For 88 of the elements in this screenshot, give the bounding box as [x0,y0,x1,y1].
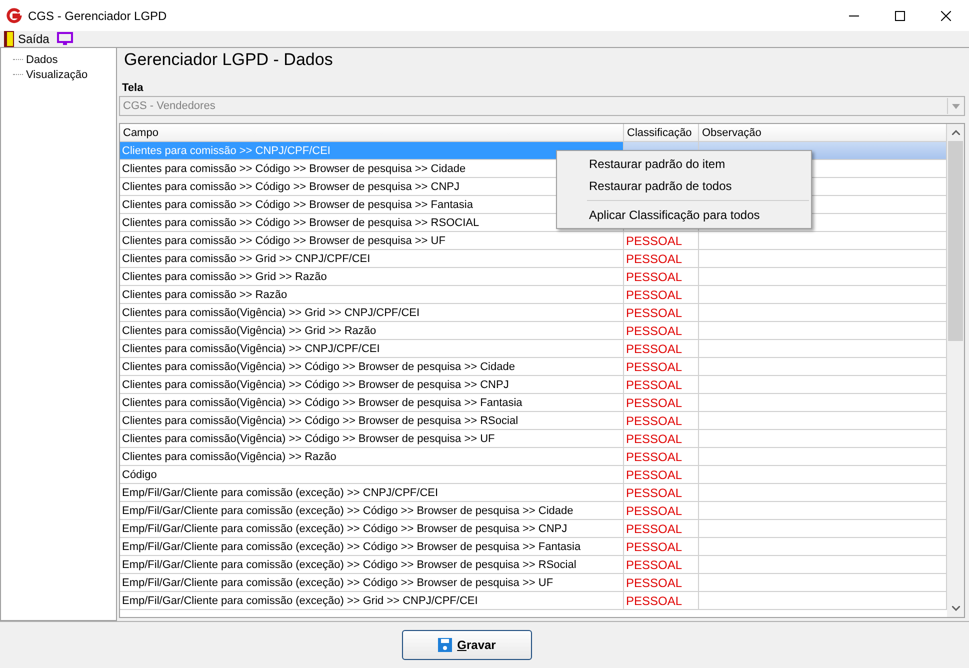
table-row[interactable]: Clientes para comissão(Vigência) >> Código >> Browser de pesquisa >> CNPJ PESSOAL [120,376,947,394]
monitor-icon[interactable] [57,32,74,46]
table-cell: Código [122,468,157,480]
table-cell: PESSOAL [626,504,682,518]
table-row[interactable]: Clientes para comissão(Vigência) >> Código >> Browser de pesquisa >> Fantasia PESSOAL [120,394,947,412]
table-cell: Clientes para comissão(Vigência) >> Razão [122,450,336,462]
table-cell: Clientes para comissão(Vigência) >> Código >> Browser de pesquisa >> Fantasia [122,396,522,408]
table-cell: PESSOAL [626,594,682,608]
scroll-thumb[interactable] [948,141,963,341]
table-cell: PESSOAL [626,234,682,248]
table-row[interactable]: Emp/Fil/Gar/Cliente para comissão (exceção) >> Código >> Browser de pesquisa >> UF PESSOAL [120,574,947,592]
table-cell: Clientes para comissão >> Código >> Browser de pesquisa >> Cidade [122,162,466,174]
table-cell: Emp/Fil/Gar/Cliente para comissão (exceção) >> Código >> Browser de pesquisa >> RSocial [122,558,576,570]
table-cell: Clientes para comissão(Vigência) >> Código >> Browser de pesquisa >> CNPJ [122,378,509,390]
table-cell: PESSOAL [626,522,682,536]
table-cell: Clientes para comissão >> Código >> Browser de pesquisa >> RSOCIAL [122,216,480,228]
field-label: Tela [122,82,144,94]
exit-menu-item[interactable]: Saída [4,31,50,47]
scroll-up-icon[interactable] [952,130,960,135]
table-cell: PESSOAL [626,468,682,482]
table-cell: PESSOAL [626,540,682,554]
table-cell: PESSOAL [626,486,682,500]
table-cell: PESSOAL [626,360,682,374]
table-row[interactable]: Clientes para comissão >> Razão PESSOAL [120,286,947,304]
tree-item[interactable]: Visualização [26,68,88,80]
table-row[interactable]: Clientes para comissão(Vigência) >> Código >> Browser de pesquisa >> UF PESSOAL [120,430,947,448]
table-cell: PESSOAL [626,252,682,266]
app-logo-icon [6,8,22,24]
table-row[interactable]: Emp/Fil/Gar/Cliente para comissão (exceção) >> Código >> Browser de pesquisa >> Fantasia PESSOAL [120,538,947,556]
table-cell: Emp/Fil/Gar/Cliente para comissão (exceção) >> Código >> Browser de pesquisa >> Fantasia [122,540,581,552]
table-cell: PESSOAL [626,450,682,464]
table-row[interactable]: Emp/Fil/Gar/Cliente para comissão (exceção) >> CNPJ/CPF/CEI PESSOAL [120,484,947,502]
table-cell: Clientes para comissão >> CNPJ/CPF/CEI [122,144,330,156]
maximize-icon[interactable] [895,10,905,20]
table-cell: PESSOAL [626,378,682,392]
table-cell: Clientes para comissão(Vigência) >> Código >> Browser de pesquisa >> Cidade [122,360,515,372]
close-icon[interactable] [941,10,951,20]
table-row[interactable]: Clientes para comissão(Vigência) >> Código >> Browser de pesquisa >> Cidade PESSOAL [120,358,947,376]
table-cell: Clientes para comissão >> Grid >> Razão [122,270,327,282]
table-row[interactable]: Clientes para comissão >> Grid >> CNPJ/CPF/CEI PESSOAL [120,250,947,268]
dropdown-arrow-icon [952,104,960,108]
table-cell: PESSOAL [626,342,682,356]
table-cell: Clientes para comissão(Vigência) >> Código >> Browser de pesquisa >> UF [122,432,495,444]
table-cell: Emp/Fil/Gar/Cliente para comissão (exceção) >> Código >> Browser de pesquisa >> CNPJ [122,522,568,534]
table-cell: Clientes para comissão >> Código >> Browser de pesquisa >> CNPJ [122,180,460,192]
table-cell: Emp/Fil/Gar/Cliente para comissão (exceção) >> Grid >> CNPJ/CPF/CEI [122,594,478,606]
table-cell: Clientes para comissão(Vigência) >> Grid >> CNPJ/CPF/CEI [122,306,420,318]
table-cell: Emp/Fil/Gar/Cliente para comissão (exceção) >> Código >> Browser de pesquisa >> Cidade [122,504,574,516]
table-cell: Emp/Fil/Gar/Cliente para comissão (exceção) >> CNPJ/CPF/CEI [122,486,438,498]
save-button[interactable]: Gravar [402,630,532,660]
table-cell: Clientes para comissão(Vigência) >> CNPJ/CPF/CEI [122,342,380,354]
table-cell: PESSOAL [626,432,682,446]
table-row[interactable]: Clientes para comissão(Vigência) >> Código >> Browser de pesquisa >> RSocial PESSOAL [120,412,947,430]
table-cell: PESSOAL [626,270,682,284]
table-row[interactable]: Emp/Fil/Gar/Cliente para comissão (exceção) >> Código >> Browser de pesquisa >> CNPJ PESSOAL [120,520,947,538]
table-cell: PESSOAL [626,576,682,590]
table-cell: Clientes para comissão >> Código >> Browser de pesquisa >> Fantasia [122,198,473,210]
door-icon [4,31,14,47]
table-row[interactable]: Clientes para comissão(Vigência) >> Grid >> Razão PESSOAL [120,322,947,340]
table-cell: Clientes para comissão >> Código >> Browser de pesquisa >> UF [122,234,446,246]
column-header[interactable]: Campo [120,124,624,141]
table-cell: PESSOAL [626,414,682,428]
table-row[interactable]: Clientes para comissão >> Código >> Browser de pesquisa >> UF PESSOAL [120,232,947,250]
table-cell: Emp/Fil/Gar/Cliente para comissão (exceção) >> Código >> Browser de pesquisa >> UF [122,576,554,588]
table-cell: Clientes para comissão(Vigência) >> Código >> Browser de pesquisa >> RSocial [122,414,518,426]
window-title: CGS - Gerenciador LGPD [28,8,167,22]
page-heading: Gerenciador LGPD - Dados [124,50,334,71]
table-row[interactable]: Clientes para comissão(Vigência) >> Razão PESSOAL [120,448,947,466]
tree-item[interactable]: Dados [26,54,58,66]
table-row[interactable]: Emp/Fil/Gar/Cliente para comissão (exceção) >> Código >> Browser de pesquisa >> Cidade PESSOAL [120,502,947,520]
table-row[interactable]: Clientes para comissão(Vigência) >> CNPJ/CPF/CEI PESSOAL [120,340,947,358]
table-cell: Clientes para comissão(Vigência) >> Grid >> Razão [122,324,376,336]
table-cell: PESSOAL [626,306,682,320]
table-cell: PESSOAL [626,396,682,410]
table-cell: PESSOAL [626,558,682,572]
table-row[interactable]: Clientes para comissão >> Grid >> Razão PESSOAL [120,268,947,286]
table-cell: Clientes para comissão >> Razão [122,288,288,300]
scrollbar[interactable] [947,124,964,617]
column-header[interactable]: Classificação [624,124,699,141]
table-cell: PESSOAL [626,324,682,338]
table-cell: Clientes para comissão >> Grid >> CNPJ/CPF/CEI [122,252,370,264]
table-row[interactable]: Emp/Fil/Gar/Cliente para comissão (exceção) >> Código >> Browser de pesquisa >> RSocial PESSOAL [120,556,947,574]
context-menu-item[interactable]: Restaurar padrão de todos [557,175,732,197]
table-row[interactable]: Emp/Fil/Gar/Cliente para comissão (exceção) >> Grid >> CNPJ/CPF/CEI PESSOAL [120,592,947,610]
scroll-down-icon[interactable] [952,606,960,611]
table-row[interactable]: Clientes para comissão(Vigência) >> Grid >> CNPJ/CPF/CEI PESSOAL [120,304,947,322]
table-row[interactable]: Código PESSOAL [120,466,947,484]
table-cell: PESSOAL [626,288,682,302]
